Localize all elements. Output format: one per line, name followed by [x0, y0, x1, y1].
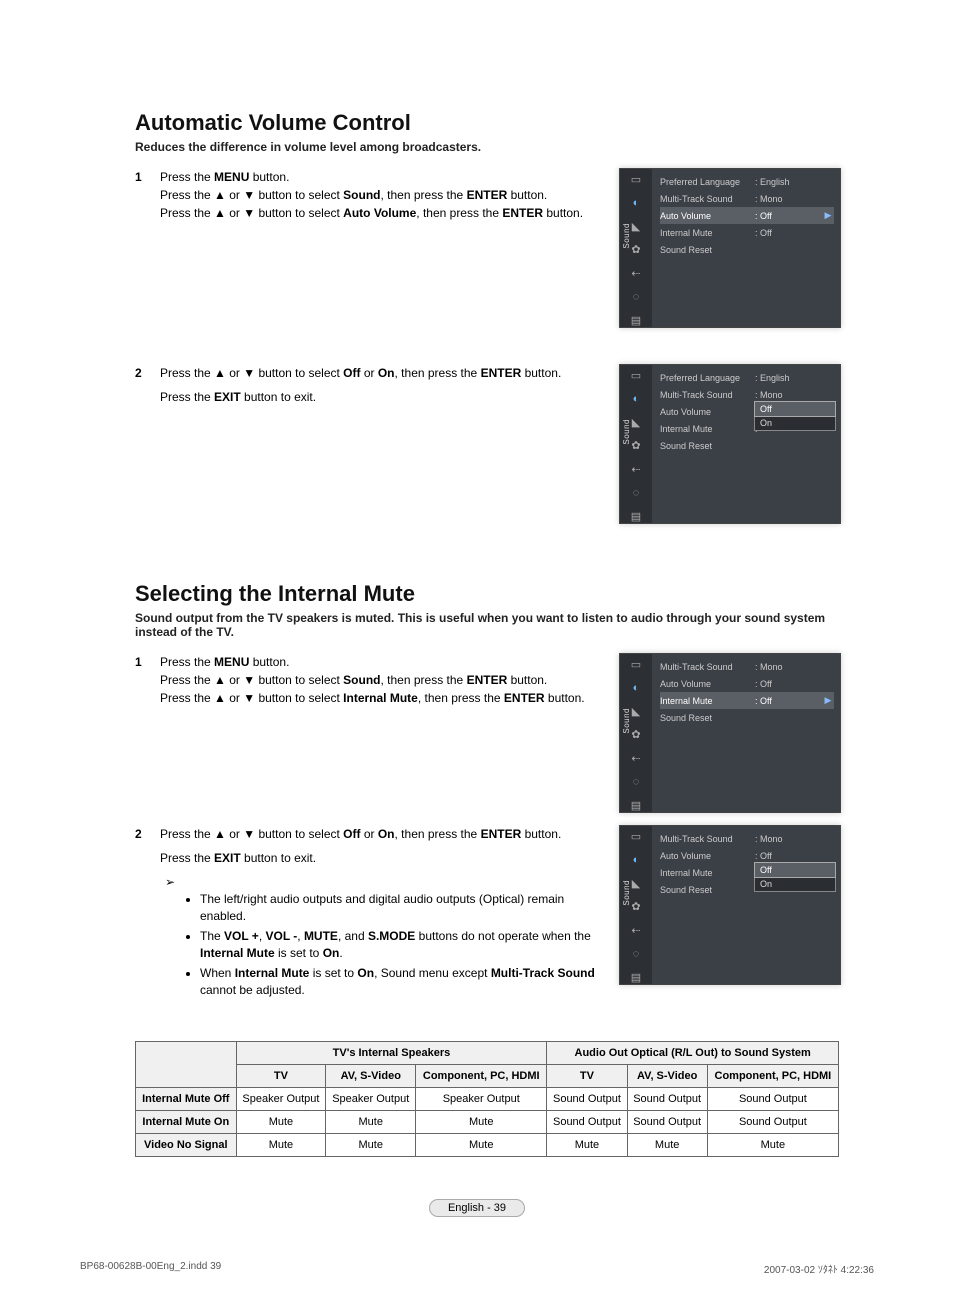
right-arrow-icon: ▶	[822, 695, 834, 706]
table-row: Internal Mute Off Speaker OutputSpeaker …	[136, 1088, 839, 1111]
input-icon: ⇠	[628, 267, 644, 280]
table-header-audio-out: Audio Out Optical (R/L Out) to Sound Sys…	[547, 1042, 839, 1065]
step-number: 1	[135, 653, 160, 707]
section-title-auto-volume: Automatic Volume Control	[135, 110, 839, 136]
osd-popup-off: Off	[754, 862, 836, 878]
note-bullet-2: The VOL +, VOL -, MUTE, and S.MODE butto…	[200, 928, 599, 963]
timer-icon: ◌	[628, 486, 644, 499]
osd-popup-options: Off On	[754, 862, 836, 892]
table-row: Internal Mute On MuteMuteMute Sound Outp…	[136, 1111, 839, 1134]
picture-icon: ▭	[628, 173, 644, 186]
sound-icon: ◐	[628, 681, 644, 694]
input-icon: ⇠	[628, 752, 644, 765]
print-footer-left: BP68-00628B-00Eng_2.indd 39	[80, 1261, 221, 1276]
picture-icon: ▭	[628, 658, 644, 671]
picture-icon: ▭	[628, 830, 644, 843]
osd-screenshot-1: Sound ▭ ◐ ◣ ✿ ⇠ ◌ ▤ Preferred Language: …	[619, 168, 841, 328]
step-number: 1	[135, 168, 160, 222]
timer-icon: ◌	[628, 290, 644, 303]
print-footer: BP68-00628B-00Eng_2.indd 39 2007-03-02 ｿ…	[80, 1261, 874, 1276]
step-body: Press the MENU button. Press the ▲ or ▼ …	[160, 168, 599, 222]
av-step-2: 2 Press the ▲ or ▼ button to select Off …	[135, 364, 599, 382]
print-footer-right: 2007-03-02 ｿﾀﾈﾄ 4:22:36	[764, 1261, 874, 1276]
section-desc-internal-mute: Sound output from the TV speakers is mut…	[135, 611, 839, 639]
note-bullet-1: The left/right audio outputs and digital…	[200, 891, 599, 926]
osd-sidebar-label: Sound	[622, 419, 631, 445]
osd-sidebar: Sound ▭ ◐ ◣ ✿ ⇠ ◌ ▤	[620, 826, 652, 984]
osd-selected-row: Auto Volume: Off▶	[660, 207, 834, 224]
osd-screenshot-2: Sound ▭ ◐ ◣ ✿ ⇠ ◌ ▤ Preferred Language: …	[619, 364, 841, 524]
pc-icon: ▤	[628, 314, 644, 327]
av-step-1: 1 Press the MENU button. Press the ▲ or …	[135, 168, 599, 222]
table-header-internal-speakers: TV's Internal Speakers	[236, 1042, 547, 1065]
section-title-internal-mute: Selecting the Internal Mute	[135, 581, 839, 607]
step-number: 2	[135, 825, 160, 843]
table-row: Video No Signal MuteMuteMute MuteMuteMut…	[136, 1134, 839, 1157]
im-step-1: 1 Press the MENU button. Press the ▲ or …	[135, 653, 599, 707]
osd-popup-options: Off On	[754, 401, 836, 431]
pc-icon: ▤	[628, 510, 644, 523]
osd-sidebar-label: Sound	[622, 708, 631, 734]
timer-icon: ◌	[628, 947, 644, 960]
osd-sidebar-label: Sound	[622, 223, 631, 249]
osd-sidebar: Sound ▭ ◐ ◣ ✿ ⇠ ◌ ▤	[620, 654, 652, 812]
osd-screenshot-3: Sound ▭ ◐ ◣ ✿ ⇠ ◌ ▤ Multi-Track Sound: M…	[619, 653, 841, 813]
timer-icon: ◌	[628, 775, 644, 788]
osd-sidebar: Sound ▭ ◐ ◣ ✿ ⇠ ◌ ▤	[620, 365, 652, 523]
internal-mute-table: TV's Internal Speakers Audio Out Optical…	[135, 1041, 839, 1157]
osd-sidebar-label: Sound	[622, 880, 631, 906]
sound-icon: ◐	[628, 853, 644, 866]
im-step-2-exit: Press the EXIT button to exit.	[135, 849, 599, 867]
step-number: 2	[135, 364, 160, 382]
sound-icon: ◐	[628, 196, 644, 209]
osd-sidebar: Sound ▭ ◐ ◣ ✿ ⇠ ◌ ▤	[620, 169, 652, 327]
picture-icon: ▭	[628, 369, 644, 382]
av-step-2-exit: Press the EXIT button to exit.	[135, 388, 599, 406]
input-icon: ⇠	[628, 924, 644, 937]
step-body: Press the MENU button. Press the ▲ or ▼ …	[160, 653, 599, 707]
section-desc-auto-volume: Reduces the difference in volume level a…	[135, 140, 839, 154]
osd-popup-on: On	[755, 416, 835, 430]
osd-popup-on: On	[755, 877, 835, 891]
pc-icon: ▤	[628, 971, 644, 984]
page-number-footer: English - 39	[0, 1202, 954, 1214]
step-body: Press the ▲ or ▼ button to select Off or…	[160, 364, 599, 382]
sound-icon: ◐	[628, 392, 644, 405]
pc-icon: ▤	[628, 799, 644, 812]
im-step-2: 2 Press the ▲ or ▼ button to select Off …	[135, 825, 599, 843]
note-bullet-3: When Internal Mute is set to On, Sound m…	[200, 965, 599, 1000]
osd-screenshot-4: Sound ▭ ◐ ◣ ✿ ⇠ ◌ ▤ Multi-Track Sound: M…	[619, 825, 841, 985]
step-body: Press the ▲ or ▼ button to select Off or…	[160, 825, 599, 843]
right-arrow-icon: ▶	[822, 210, 834, 221]
osd-popup-off: Off	[754, 401, 836, 417]
input-icon: ⇠	[628, 463, 644, 476]
note-arrow-icon: ➢	[165, 873, 183, 891]
im-note-block: ➢ The left/right audio outputs and digit…	[135, 873, 599, 999]
osd-selected-row: Internal Mute: Off▶	[660, 692, 834, 709]
